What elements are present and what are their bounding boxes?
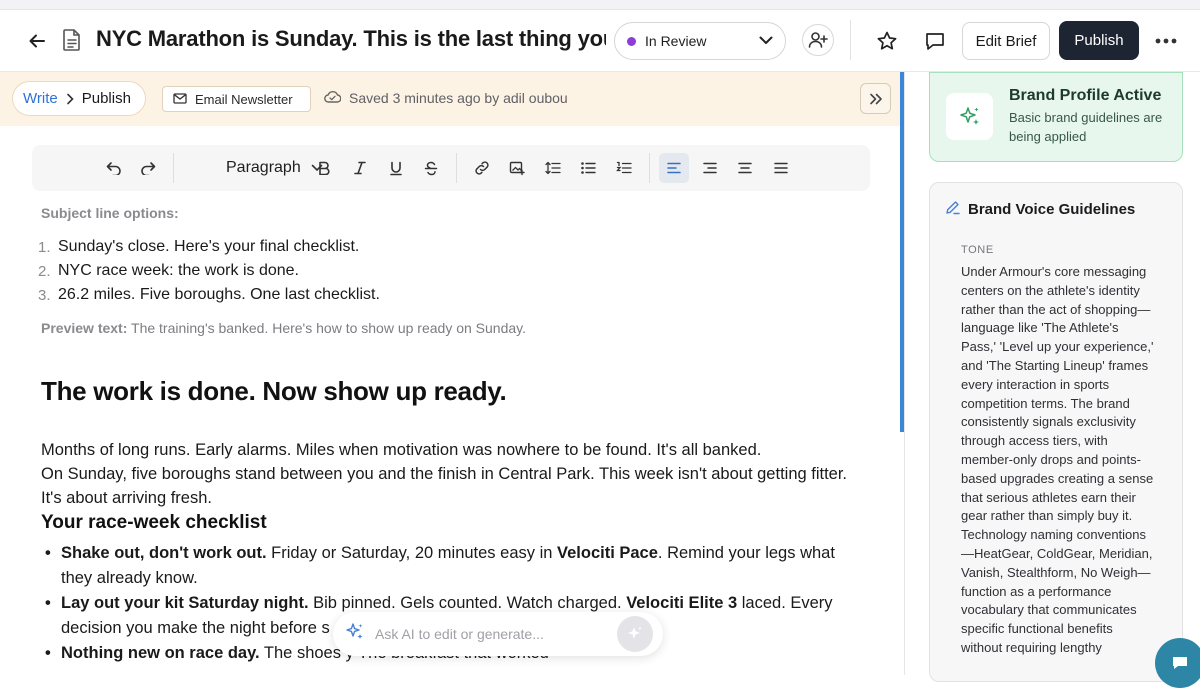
line-height-icon[interactable] bbox=[543, 158, 563, 178]
item-bold: Shake out, don't work out. bbox=[61, 544, 267, 562]
paragraph-style-label: Paragraph bbox=[226, 159, 301, 176]
brand-profile-title: Brand Profile Active bbox=[1009, 87, 1162, 104]
product-name: Velociti Elite 3 bbox=[626, 594, 738, 612]
email-newsletter-label: Email Newsletter bbox=[195, 91, 293, 107]
redo-icon[interactable] bbox=[138, 158, 158, 178]
undo-icon[interactable] bbox=[104, 158, 124, 178]
add-user-icon[interactable] bbox=[802, 24, 834, 56]
document-icon bbox=[62, 28, 84, 52]
bullet-list-icon[interactable] bbox=[578, 158, 598, 178]
item-bold: Nothing new on race day. bbox=[61, 644, 260, 662]
mail-icon bbox=[173, 92, 195, 107]
more-horizontal-icon[interactable] bbox=[1152, 28, 1180, 54]
strikethrough-icon[interactable] bbox=[421, 158, 441, 178]
toolbar-separator bbox=[456, 153, 457, 183]
brand-voice-title: Brand Voice Guidelines bbox=[968, 201, 1136, 218]
edit-brief-button[interactable]: Edit Brief bbox=[962, 22, 1050, 60]
body-paragraphs[interactable]: Months of long runs. Early alarms. Miles… bbox=[41, 438, 856, 510]
subject-line-label: Subject line options: bbox=[41, 205, 179, 221]
list-number: 3. bbox=[38, 286, 51, 304]
list-item-text: 26.2 miles. Five boroughs. One last chec… bbox=[58, 286, 380, 303]
tone-label: TONE bbox=[961, 244, 994, 256]
breadcrumb: Write Publish bbox=[12, 81, 146, 116]
list-item-text: Sunday's close. Here's your final checkl… bbox=[58, 238, 360, 255]
breadcrumb-write[interactable]: Write bbox=[23, 90, 58, 107]
email-headline[interactable]: The work is done. Now show up ready. bbox=[41, 376, 507, 407]
format-toolbar: Paragraph bbox=[32, 145, 870, 191]
back-arrow-icon[interactable] bbox=[24, 28, 50, 54]
save-status: Saved 3 minutes ago by adil oubou bbox=[324, 90, 568, 106]
brand-voice-heading: Brand Voice Guidelines bbox=[945, 200, 1135, 219]
tone-text: Under Armour's core messaging centers on… bbox=[961, 264, 1154, 655]
publish-button[interactable]: Publish bbox=[1059, 21, 1139, 60]
chevron-down-icon bbox=[759, 32, 773, 50]
preview-text[interactable]: Preview text: The training's banked. Her… bbox=[41, 320, 526, 336]
status-label: In Review bbox=[645, 33, 707, 49]
expand-panel-icon[interactable] bbox=[860, 83, 891, 114]
item-bold: Lay out your kit Saturday night. bbox=[61, 594, 309, 612]
ai-generate-button[interactable] bbox=[617, 616, 653, 652]
save-status-text: Saved 3 minutes ago by adil oubou bbox=[349, 90, 568, 106]
product-name: Velociti Pace bbox=[557, 544, 658, 562]
status-dot bbox=[627, 36, 636, 46]
paragraph-style-dropdown[interactable]: Paragraph bbox=[226, 157, 323, 179]
toolbar-separator bbox=[173, 153, 174, 183]
list-item: 1. Sunday's close. Here's your final chec… bbox=[38, 235, 538, 259]
pencil-icon bbox=[945, 200, 968, 219]
preview-label: Preview text: bbox=[41, 320, 128, 336]
toolbar-separator bbox=[649, 153, 650, 183]
sparkle-icon bbox=[946, 93, 993, 140]
link-icon[interactable] bbox=[472, 158, 492, 178]
numbered-list-icon[interactable] bbox=[614, 158, 634, 178]
list-item: 3. 26.2 miles. Five boroughs. One last ch… bbox=[38, 283, 538, 307]
bold-icon[interactable] bbox=[314, 158, 334, 178]
ai-prompt-input[interactable] bbox=[375, 626, 617, 642]
paragraph: On Sunday, five boroughs stand between y… bbox=[41, 465, 848, 507]
align-center-icon[interactable] bbox=[735, 158, 755, 178]
checklist-heading[interactable]: Your race-week checklist bbox=[41, 512, 267, 534]
list-item-text: NYC race week: the work is done. bbox=[58, 262, 299, 279]
paragraph: Months of long runs. Early alarms. Miles… bbox=[41, 441, 762, 459]
list-number: 2. bbox=[38, 262, 51, 280]
align-left-icon[interactable] bbox=[659, 153, 689, 183]
sparkle-icon bbox=[345, 622, 365, 647]
brand-profile-subtitle: Basic brand guidelines are being applied bbox=[1009, 110, 1163, 144]
panel-divider bbox=[904, 72, 905, 675]
subject-line-list[interactable]: 1. Sunday's close. Here's your final chec… bbox=[38, 235, 538, 307]
item-text: Friday or Saturday, 20 minutes easy in bbox=[266, 544, 558, 562]
chevron-right-icon bbox=[66, 93, 74, 105]
underline-icon[interactable] bbox=[386, 158, 406, 178]
italic-icon[interactable] bbox=[350, 158, 370, 178]
cloud-check-icon bbox=[324, 90, 349, 106]
star-icon[interactable] bbox=[874, 28, 900, 54]
status-dropdown[interactable]: In Review bbox=[614, 22, 786, 60]
chat-support-icon[interactable] bbox=[1155, 638, 1200, 688]
email-newsletter-button[interactable]: Email Newsletter bbox=[162, 86, 311, 112]
list-number: 1. bbox=[38, 238, 51, 256]
toolbar-divider bbox=[850, 20, 851, 60]
breadcrumb-publish[interactable]: Publish bbox=[82, 90, 131, 107]
align-justify-icon[interactable] bbox=[771, 158, 791, 178]
preview-value: The training's banked. Here's how to sho… bbox=[127, 320, 526, 336]
insert-image-icon[interactable] bbox=[507, 158, 527, 178]
list-item: Shake out, don't work out. Friday or Sat… bbox=[45, 541, 855, 590]
item-text: Bib pinned. Gels counted. Watch charged. bbox=[308, 594, 627, 612]
align-right-icon[interactable] bbox=[700, 158, 720, 178]
document-title[interactable]: NYC Marathon is Sunday. This is the last… bbox=[96, 26, 606, 56]
browser-top-edge bbox=[0, 0, 1200, 10]
comment-icon[interactable] bbox=[922, 28, 948, 54]
list-item: 2. NYC race week: the work is done. bbox=[38, 259, 538, 283]
ai-prompt-bar bbox=[333, 612, 663, 656]
